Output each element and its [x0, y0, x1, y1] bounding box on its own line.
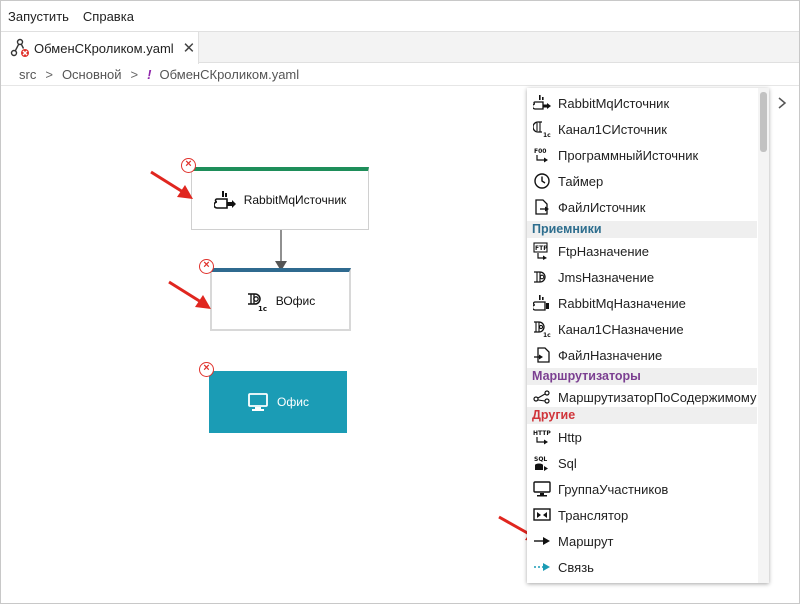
- http-icon: HTTP: [533, 430, 551, 445]
- palette-item-label: МаршрутизаторПоСодержимому: [558, 389, 757, 405]
- palette-item-label: Связь: [558, 559, 594, 575]
- palette-item-file-dest[interactable]: ФайлНазначение: [527, 342, 757, 368]
- palette-item-channel-1c-dest[interactable]: 1c Канал1СНазначение: [527, 316, 757, 342]
- computer-icon: [248, 393, 268, 411]
- ftp-icon: FTP: [533, 242, 548, 260]
- breadcrumb-separator: >: [45, 67, 53, 82]
- palette-item-label: Маршрут: [558, 533, 614, 549]
- node-rabbitmq-source[interactable]: RabbitMqИсточник: [191, 167, 369, 230]
- svg-text:HTTP: HTTP: [533, 430, 551, 437]
- node-vofis[interactable]: 1c ВОфис: [210, 268, 351, 331]
- breadcrumb-src[interactable]: src: [19, 67, 36, 82]
- component-palette: RabbitMqИсточник 1c Канал1СИсточник F00 …: [527, 88, 769, 583]
- menu-bar: Запустить Справка: [1, 1, 799, 31]
- svg-text:1c: 1c: [543, 332, 551, 338]
- palette-item-label: Http: [558, 429, 582, 445]
- palette-item-link[interactable]: Связь: [527, 554, 757, 580]
- palette-item-label: ФайлНазначение: [558, 347, 663, 363]
- palette-item-participant-group[interactable]: ГруппаУчастников: [527, 476, 757, 502]
- tab-bar: ОбменСКроликом.yaml ✕: [1, 31, 799, 64]
- palette-item-jms-dest[interactable]: JmsНазначение: [527, 264, 757, 290]
- palette-item-label: ПрограммныйИсточник: [558, 147, 699, 163]
- svg-text:1c: 1c: [543, 132, 551, 138]
- palette-item-label: FtpНазначение: [558, 243, 650, 259]
- palette-item-channel-1c-source[interactable]: 1c Канал1СИсточник: [527, 116, 757, 142]
- router-icon: [533, 390, 550, 404]
- channel-1c-dest-icon: 1c: [534, 321, 551, 338]
- palette-item-label: Канал1СНазначение: [558, 321, 684, 337]
- palette-item-label: JmsНазначение: [558, 269, 655, 285]
- palette-item-label: ГруппаУчастников: [558, 481, 669, 497]
- breadcrumb-separator: >: [130, 67, 139, 82]
- palette-item-timer[interactable]: Таймер: [527, 168, 757, 194]
- breadcrumb-file[interactable]: ОбменСКроликом.yaml: [159, 67, 299, 82]
- palette-item-ftp-dest[interactable]: FTP FtpНазначение: [527, 238, 757, 264]
- rabbitmq-source-icon: [533, 95, 551, 110]
- palette-item-sql[interactable]: SQL Sql: [527, 450, 757, 476]
- palette-section-other: Другие: [527, 407, 757, 424]
- sql-icon: SQL: [534, 456, 548, 471]
- palette-item-http[interactable]: HTTP Http: [527, 424, 757, 450]
- scrollbar-thumb[interactable]: [760, 92, 767, 152]
- yaml-file-icon: !: [147, 67, 152, 82]
- channel-1c-icon: 1c: [247, 292, 267, 312]
- translator-icon: [533, 508, 551, 521]
- svg-text:FTP: FTP: [535, 245, 548, 252]
- flow-diagram-icon: [10, 38, 29, 57]
- svg-text:F00: F00: [534, 148, 546, 155]
- breadcrumb: src > Основной > ! ОбменСКроликом.yaml: [1, 64, 799, 86]
- rabbitmq-dest-icon: [533, 295, 549, 311]
- palette-item-rabbitmq-source[interactable]: RabbitMqИсточник: [527, 90, 757, 116]
- palette-scrollbar[interactable]: [758, 88, 769, 583]
- computer-icon: [533, 481, 551, 497]
- remove-icon[interactable]: ×: [199, 362, 214, 377]
- svg-text:SQL: SQL: [534, 456, 547, 463]
- file-dest-icon: [534, 347, 550, 363]
- annotation-arrow: [168, 280, 211, 309]
- menu-help[interactable]: Справка: [83, 9, 134, 24]
- palette-item-file-source[interactable]: ФайлИсточник: [527, 194, 757, 220]
- program-source-icon: F00: [534, 148, 548, 163]
- tab-label: ОбменСКроликом.yaml: [34, 40, 174, 56]
- node-office[interactable]: Офис: [209, 371, 347, 433]
- menu-run[interactable]: Запустить: [8, 9, 69, 24]
- file-source-icon: [535, 199, 549, 215]
- remove-icon[interactable]: ×: [199, 259, 214, 274]
- palette-section-receivers: Приемники: [527, 221, 757, 238]
- chevron-right-icon[interactable]: [774, 94, 790, 112]
- channel-1c-source-icon: 1c: [533, 121, 551, 138]
- route-arrow-icon: [534, 537, 550, 545]
- clock-icon: [534, 173, 550, 189]
- tab-file[interactable]: ОбменСКроликом.yaml ✕: [1, 32, 199, 64]
- jms-icon: [534, 271, 546, 283]
- palette-item-label: RabbitMqИсточник: [558, 95, 670, 111]
- palette-item-rabbitmq-dest[interactable]: RabbitMqНазначение: [527, 290, 757, 316]
- palette-item-translator[interactable]: Транслятор: [527, 502, 757, 528]
- node-label: Офис: [277, 395, 309, 409]
- node-label: ВОфис: [275, 293, 316, 308]
- palette-item-label: Канал1СИсточник: [558, 121, 667, 137]
- svg-text:1c: 1c: [258, 305, 267, 312]
- palette-item-label: RabbitMqНазначение: [558, 295, 686, 311]
- link-arrow-icon: [534, 563, 550, 571]
- palette-section-routers: Маршрутизаторы: [527, 368, 757, 385]
- palette-item-route[interactable]: Маршрут: [527, 528, 757, 554]
- breadcrumb-main[interactable]: Основной: [62, 67, 122, 82]
- palette-item-label: Транслятор: [558, 507, 629, 523]
- close-icon[interactable]: ✕: [183, 41, 196, 56]
- annotation-arrow: [150, 170, 193, 199]
- rabbitmq-source-icon: [213, 191, 236, 209]
- node-label: RabbitMqИсточник: [243, 193, 347, 207]
- palette-item-program-source[interactable]: F00 ПрограммныйИсточник: [527, 142, 757, 168]
- palette-item-label: ФайлИсточник: [558, 199, 646, 215]
- palette-item-label: Sql: [558, 455, 577, 471]
- palette-item-label: Таймер: [558, 173, 604, 189]
